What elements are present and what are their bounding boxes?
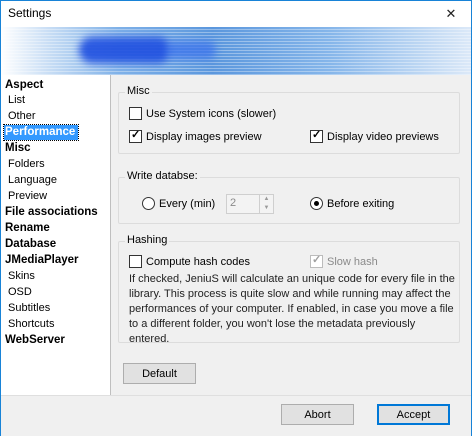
checkbox-box: [129, 107, 142, 120]
window-title: Settings: [8, 6, 52, 20]
display-images-preview-label: Display images preview: [146, 130, 262, 143]
before-exiting-radio[interactable]: Before exiting: [310, 197, 394, 210]
radio-circle: [142, 197, 155, 210]
hashing-description: If checked, JeniuS will calculate an uni…: [129, 273, 455, 345]
chevron-down-icon[interactable]: ▼: [260, 204, 273, 213]
every-min-radio[interactable]: Every (min): [142, 197, 215, 210]
hashing-group-label: Hashing: [125, 234, 170, 246]
sidebar-item-preview[interactable]: Preview: [8, 189, 47, 204]
header-banner: [1, 27, 471, 75]
title-bar: Settings ✕: [1, 1, 471, 27]
every-min-value: 2: [230, 197, 237, 209]
sidebar-item-performance[interactable]: Performance: [2, 124, 80, 141]
sidebar-item-other[interactable]: Other: [8, 109, 36, 124]
sidebar-item-subtitles[interactable]: Subtitles: [8, 301, 50, 316]
write-database-group-label: Write databse:: [125, 170, 200, 182]
misc-group-label: Misc: [125, 85, 152, 97]
sidebar-item-aspect[interactable]: Aspect: [5, 78, 43, 93]
sidebar-item-list[interactable]: List: [8, 93, 25, 108]
display-video-previews-label: Display video previews: [327, 130, 439, 143]
sidebar-item-language[interactable]: Language: [8, 173, 57, 188]
slow-hash-checkbox[interactable]: Slow hash: [310, 253, 378, 268]
slow-hash-label: Slow hash: [327, 255, 378, 268]
checkbox-box: [129, 255, 142, 268]
sidebar-item-shortcuts[interactable]: Shortcuts: [8, 317, 54, 332]
sidebar-item-webserver[interactable]: WebServer: [5, 333, 65, 348]
compute-hash-codes-label: Compute hash codes: [146, 255, 250, 268]
close-icon[interactable]: ✕: [431, 1, 471, 27]
radio-circle: [310, 197, 323, 210]
checkbox-box: [310, 253, 323, 268]
every-min-stepper[interactable]: 2 ▲ ▼: [226, 194, 274, 214]
before-exiting-label: Before exiting: [327, 197, 395, 210]
sidebar-item-skins[interactable]: Skins: [8, 269, 35, 284]
stepper-buttons: ▲ ▼: [259, 195, 273, 213]
chevron-up-icon[interactable]: ▲: [260, 195, 273, 204]
display-images-preview-checkbox[interactable]: Display images preview: [129, 128, 262, 143]
sidebar-item-osd[interactable]: OSD: [8, 285, 32, 300]
use-system-icons-label: Use System icons (slower): [146, 107, 277, 120]
app-logo: [79, 37, 171, 63]
checkbox-box: [129, 128, 142, 143]
sidebar-item-jmediaplayer[interactable]: JMediaPlayer: [5, 253, 79, 268]
abort-button[interactable]: Abort: [281, 404, 354, 425]
sidebar-item-database[interactable]: Database: [5, 237, 56, 252]
settings-window: Settings ✕ Aspect List Other Performance…: [0, 0, 472, 436]
sidebar-item-rename[interactable]: Rename: [5, 221, 50, 236]
checkbox-box: [310, 128, 323, 143]
misc-group: Misc: [118, 85, 460, 154]
sidebar-item-folders[interactable]: Folders: [8, 157, 45, 172]
accept-button[interactable]: Accept: [377, 404, 450, 425]
every-min-label: Every (min): [159, 197, 216, 210]
sidebar-item-misc[interactable]: Misc: [5, 141, 31, 156]
default-button[interactable]: Default: [123, 363, 196, 384]
use-system-icons-checkbox[interactable]: Use System icons (slower): [129, 107, 276, 120]
app-logo-tail: [166, 41, 216, 59]
display-video-previews-checkbox[interactable]: Display video previews: [310, 128, 439, 143]
compute-hash-codes-checkbox[interactable]: Compute hash codes: [129, 255, 250, 268]
sidebar-item-file-associations[interactable]: File associations: [5, 205, 98, 220]
settings-nav-tree: Aspect List Other Performance Misc Folde…: [1, 75, 111, 395]
